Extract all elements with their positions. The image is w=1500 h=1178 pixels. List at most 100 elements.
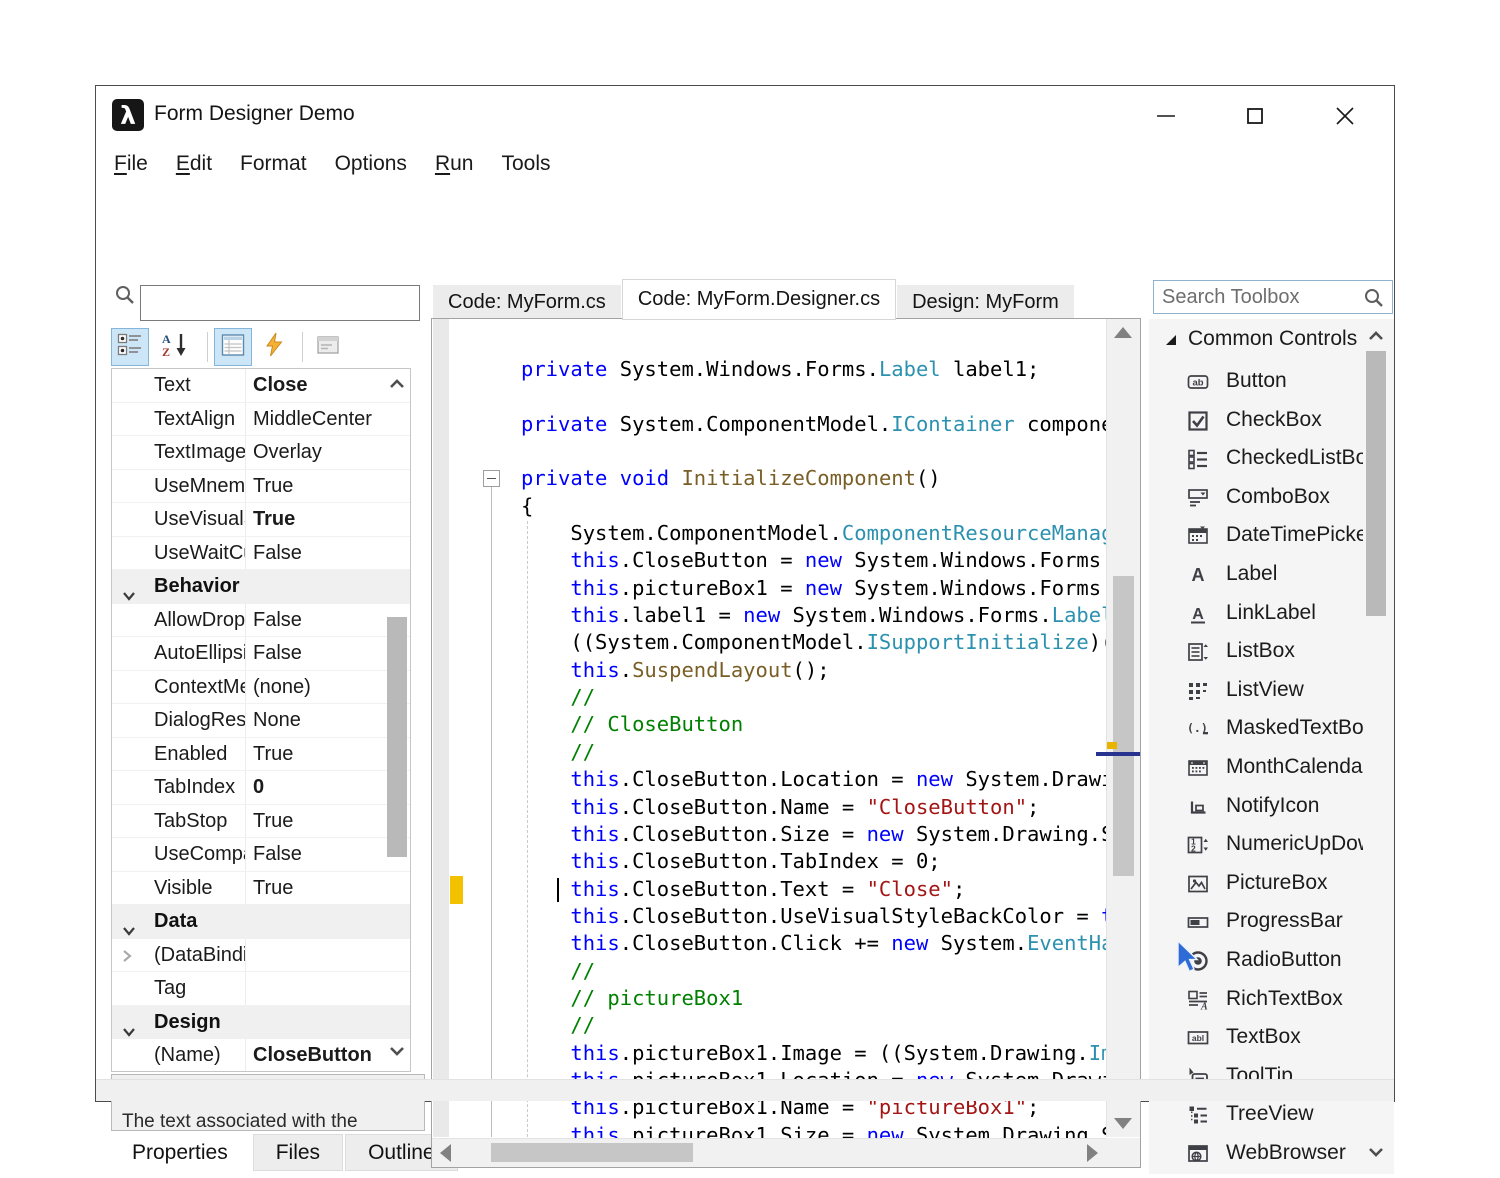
menu-format[interactable]: Format [226, 150, 321, 178]
breakpoint-margin[interactable] [433, 319, 449, 1137]
property-row-name[interactable]: (Name)CloseButton [112, 1039, 410, 1072]
property-row-autoellipsis[interactable]: AutoEllipsisFalse [112, 637, 410, 671]
property-row-textalign[interactable]: TextAlignMiddleCenter [112, 403, 410, 437]
toolbox-item-progressbar[interactable]: ProgressBar [1149, 904, 1394, 943]
code-line[interactable]: this.CloseButton.Name = "CloseButton"; [521, 794, 1106, 821]
property-row-tag[interactable]: Tag [112, 972, 410, 1006]
code-line[interactable]: // [521, 1012, 1106, 1039]
toolbox-scroll-thumb[interactable] [1366, 351, 1386, 616]
property-row-usevisualstylebackcolor[interactable]: UseVisualStyleBackColorTrue [112, 503, 410, 537]
toolbox-item-checkbox[interactable]: CheckBox [1149, 403, 1394, 442]
category-data[interactable]: Data [112, 905, 410, 939]
minimize-button[interactable] [1140, 94, 1192, 138]
scroll-down-arrow[interactable] [388, 1044, 406, 1063]
code-line[interactable]: ((System.ComponentModel.ISupportInitiali… [521, 629, 1106, 656]
code-fold-toggle[interactable] [483, 470, 500, 487]
close-button[interactable] [1319, 94, 1371, 138]
scroll-up-arrow[interactable] [1367, 329, 1385, 348]
expand-chevron-icon[interactable] [121, 949, 133, 968]
scroll-up-arrow[interactable] [1114, 327, 1132, 338]
code-line[interactable]: // [521, 739, 1106, 766]
property-row-allowdrop[interactable]: AllowDropFalse [112, 604, 410, 638]
toolbox-item-picturebox[interactable]: PictureBox [1149, 866, 1394, 905]
property-row-usecompatibletextrendering[interactable]: UseCompatibleTextRenderingFalse [112, 838, 410, 872]
code-line[interactable]: this.pictureBox1.Image = ((System.Drawin… [521, 1040, 1106, 1067]
property-row-dialogresult[interactable]: DialogResultNone [112, 704, 410, 738]
code-line[interactable]: private System.ComponentModel.IContainer… [521, 411, 1106, 438]
property-row-databindings[interactable]: (DataBindings) [112, 939, 410, 973]
property-grid-scrollbar[interactable] [384, 369, 410, 1071]
code-line[interactable]: private System.Windows.Forms.Label label… [521, 356, 1106, 383]
toolbox-item-textbox[interactable]: ablTextBox [1149, 1020, 1394, 1059]
menu-edit[interactable]: Edit [162, 150, 226, 178]
scroll-thumb[interactable] [387, 617, 407, 857]
toolbox-item-listbox[interactable]: ListBox [1149, 634, 1394, 673]
code-line[interactable]: this.pictureBox1 = new System.Windows.Fo… [521, 575, 1106, 602]
toolbox-item-richtextbox[interactable]: ARichTextBox [1149, 982, 1394, 1021]
toolbox-scrollbar[interactable] [1363, 319, 1389, 1174]
code-line[interactable]: this.CloseButton.Click += new System.Eve… [521, 930, 1106, 957]
editor-tab-code-myform-cs[interactable]: Code: MyForm.cs [433, 285, 621, 319]
events-button[interactable] [255, 328, 293, 366]
sort-alphabetical-button[interactable]: AZ [152, 328, 198, 366]
horizontal-scroll-thumb[interactable] [491, 1143, 693, 1162]
toolbox-item-label[interactable]: ALabel [1149, 557, 1394, 596]
code-line[interactable]: // [521, 684, 1106, 711]
menu-options[interactable]: Options [321, 150, 421, 178]
scroll-down-arrow[interactable] [1114, 1118, 1132, 1129]
property-row-text[interactable]: TextClose [112, 369, 410, 403]
code-line[interactable]: private void InitializeComponent() [521, 465, 1106, 492]
properties-view-button[interactable] [214, 328, 252, 366]
toolbox-group-common-controls[interactable]: Common Controls [1149, 322, 1394, 360]
property-row-visible[interactable]: VisibleTrue [112, 872, 410, 906]
toolbox-item-button[interactable]: abButton [1149, 364, 1394, 403]
property-row-tabindex[interactable]: TabIndex0 [112, 771, 410, 805]
toolbox-item-notifyicon[interactable]: NotifyIcon [1149, 789, 1394, 828]
code-line[interactable]: System.ComponentModel.ComponentResourceM… [521, 520, 1106, 547]
menu-tools[interactable]: Tools [487, 150, 564, 178]
toolbox-item-monthcalendar[interactable]: MonthCalendar [1149, 750, 1394, 789]
maximize-button[interactable] [1229, 94, 1281, 138]
toolbox-item-checkedlistbox[interactable]: CheckedListBox [1149, 441, 1394, 480]
menu-file[interactable]: File [100, 150, 162, 178]
code-line[interactable]: { [521, 493, 1106, 520]
property-row-enabled[interactable]: EnabledTrue [112, 738, 410, 772]
code-line[interactable]: this.CloseButton.Text = "Close"; [521, 876, 1106, 903]
code-line[interactable]: // pictureBox1 [521, 985, 1106, 1012]
code-line[interactable]: this.SuspendLayout(); [521, 657, 1106, 684]
toolbox-item-numericupdown[interactable]: 12NumericUpDown [1149, 827, 1394, 866]
properties-search-input[interactable] [140, 285, 420, 321]
toolbox-item-treeview[interactable]: TreeView [1149, 1097, 1394, 1136]
code-line[interactable]: this.CloseButton.UseVisualStyleBackColor… [521, 903, 1106, 930]
code-line[interactable] [521, 383, 1106, 410]
title-bar[interactable]: λ Form Designer Demo [96, 86, 1394, 146]
editor-horizontal-scrollbar[interactable] [432, 1138, 1106, 1167]
code-lines[interactable]: private System.Windows.Forms.Label label… [521, 356, 1106, 1149]
toolbox-item-combobox[interactable]: ComboBox [1149, 480, 1394, 519]
code-line[interactable]: // CloseButton [521, 711, 1106, 738]
toolbox-search-input[interactable] [1154, 281, 1375, 313]
scroll-left-arrow[interactable] [440, 1144, 451, 1162]
categorized-button[interactable] [111, 328, 149, 366]
toolbox-item-datetimepicker[interactable]: DateTimePicker [1149, 518, 1394, 557]
property-row-usemnemonic[interactable]: UseMnemonicTrue [112, 470, 410, 504]
property-row-textimagerelation[interactable]: TextImageRelationOverlay [112, 436, 410, 470]
tab-files[interactable]: Files [253, 1134, 343, 1171]
code-line[interactable] [521, 438, 1106, 465]
code-line[interactable]: // [521, 958, 1106, 985]
code-editor[interactable]: private System.Windows.Forms.Label label… [431, 318, 1141, 1168]
toolbox-item-listview[interactable]: ListView [1149, 673, 1394, 712]
toolbox-item-linklabel[interactable]: ALinkLabel [1149, 596, 1394, 635]
property-row-usewaitcursor[interactable]: UseWaitCursorFalse [112, 537, 410, 571]
vertical-scroll-thumb[interactable] [1113, 576, 1134, 876]
code-line[interactable]: this.label1 = new System.Windows.Forms.L… [521, 602, 1106, 629]
toolbox-item-webbrowser[interactable]: WebBrowser [1149, 1136, 1394, 1174]
scroll-down-arrow[interactable] [1367, 1145, 1385, 1164]
editor-tab-design-myform[interactable]: Design: MyForm [897, 285, 1074, 319]
code-line[interactable]: this.CloseButton.TabIndex = 0; [521, 848, 1106, 875]
tab-properties[interactable]: Properties [109, 1134, 251, 1171]
scroll-right-arrow[interactable] [1087, 1144, 1098, 1162]
scroll-up-arrow[interactable] [388, 377, 406, 396]
code-line[interactable]: this.CloseButton.Location = new System.D… [521, 766, 1106, 793]
toolbox-item-maskedtextbox[interactable]: (.)MaskedTextBox [1149, 711, 1394, 750]
